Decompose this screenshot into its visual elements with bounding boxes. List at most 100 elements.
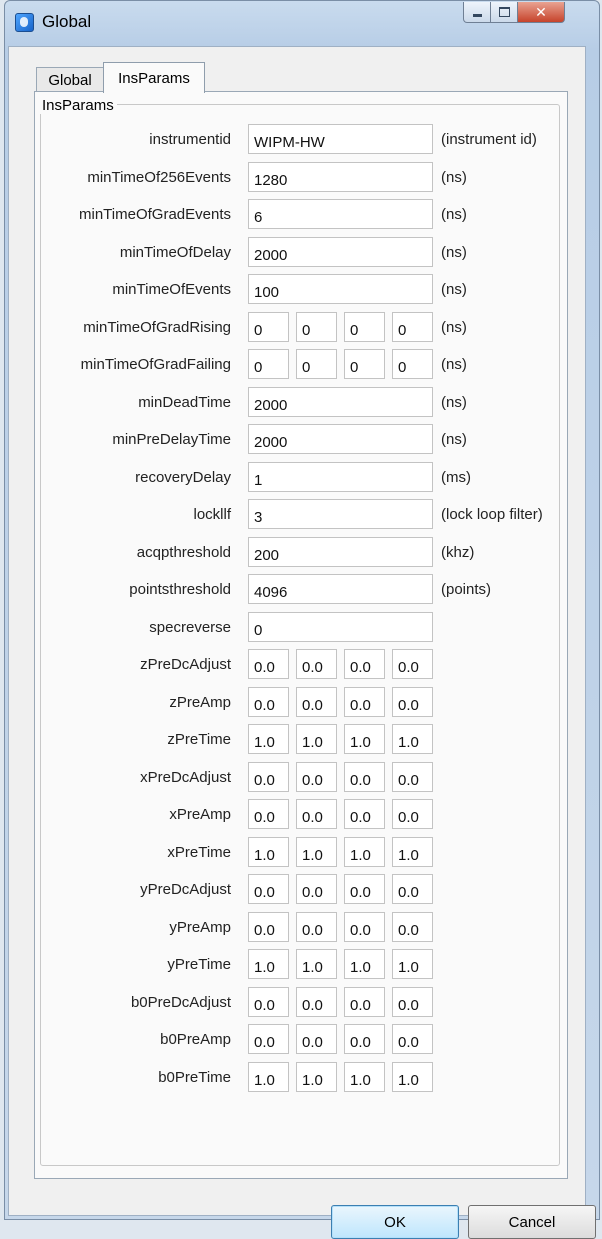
param-unit: (ns) (441, 431, 467, 448)
param-unit: (ns) (441, 243, 467, 261)
param-input-4[interactable]: 0.0 (392, 649, 433, 679)
param-input-3[interactable]: 1.0 (344, 724, 385, 754)
param-input-1[interactable]: 0.0 (248, 686, 289, 717)
param-input[interactable]: 2000 (248, 386, 433, 417)
param-input[interactable]: 6 (248, 199, 433, 229)
param-input[interactable]: 200 (248, 536, 433, 567)
param-input[interactable]: 4096 (248, 574, 433, 604)
param-input-4[interactable]: 1.0 (392, 1061, 433, 1092)
param-input-2[interactable]: 0.0 (296, 911, 337, 942)
ok-button[interactable]: OK (331, 1205, 459, 1239)
param-input-4[interactable]: 0.0 (392, 874, 433, 904)
param-input-4[interactable]: 1.0 (392, 836, 433, 867)
param-row: zPreTime 1.0 1.0 1.0 1.0 (9, 724, 599, 756)
param-input-2[interactable]: 1.0 (296, 1061, 337, 1092)
param-input-3[interactable]: 0.0 (344, 986, 385, 1017)
param-input-2[interactable]: 0.0 (296, 799, 337, 829)
param-input[interactable]: 1280 (248, 161, 433, 192)
window-title: Global (42, 12, 92, 31)
param-input[interactable]: 3 (248, 499, 433, 529)
param-input-4[interactable]: 0.0 (392, 1024, 433, 1054)
title-bar[interactable]: Global ✕ (5, 1, 599, 47)
param-input-4[interactable]: 0.0 (392, 986, 433, 1017)
param-input-1[interactable]: 1.0 (248, 836, 289, 867)
param-row: yPreDcAdjust 0.0 0.0 0.0 0.0 (9, 874, 599, 906)
cancel-button[interactable]: Cancel (468, 1205, 596, 1239)
param-input-4[interactable]: 0.0 (392, 686, 433, 717)
param-unit: (khz) (441, 543, 475, 561)
param-input-1[interactable]: 0.0 (248, 761, 289, 792)
maximize-icon (498, 7, 510, 17)
param-input-1[interactable]: 0.0 (248, 649, 289, 679)
param-input-2[interactable]: 1.0 (296, 836, 337, 867)
maximize-button[interactable] (490, 2, 518, 23)
param-input-1[interactable]: 0.0 (248, 799, 289, 829)
param-input-2[interactable]: 0.0 (296, 649, 337, 679)
param-input[interactable]: 2000 (248, 424, 433, 454)
param-input-4[interactable]: 0.0 (392, 911, 433, 942)
param-input-2[interactable]: 0.0 (296, 874, 337, 904)
param-input-1[interactable]: 1.0 (248, 724, 289, 754)
param-row: yPreTime 1.0 1.0 1.0 1.0 (9, 949, 599, 981)
param-input-2[interactable]: 0.0 (296, 761, 337, 792)
param-input-2[interactable]: 1.0 (296, 724, 337, 754)
param-unit: (ns) (441, 281, 467, 298)
param-input-3[interactable]: 1.0 (344, 1061, 385, 1092)
param-input-4[interactable]: 0 (392, 311, 433, 342)
param-input-2[interactable]: 0 (296, 311, 337, 342)
param-label: zPreAmp (169, 693, 231, 711)
param-unit: (ns) (441, 393, 467, 411)
param-input-2[interactable]: 0.0 (296, 986, 337, 1017)
param-row: xPreDcAdjust 0.0 0.0 0.0 0.0 (9, 761, 599, 794)
param-input[interactable]: 2000 (248, 236, 433, 267)
tab-insparams[interactable]: InsParams (103, 62, 205, 93)
param-label: minTimeOfGradFailing (80, 356, 231, 373)
minimize-button[interactable] (463, 2, 491, 23)
tab-global[interactable]: Global (36, 67, 104, 92)
param-input[interactable]: 100 (248, 274, 433, 304)
param-unit: (ms) (441, 468, 471, 486)
param-input[interactable]: 1 (248, 461, 433, 492)
param-input-1[interactable]: 0 (248, 349, 289, 379)
param-input-3[interactable]: 0.0 (344, 686, 385, 717)
param-input-3[interactable]: 0.0 (344, 649, 385, 679)
param-input-4[interactable]: 0.0 (392, 799, 433, 829)
param-input-1[interactable]: 1.0 (248, 949, 289, 979)
param-input-4[interactable]: 0.0 (392, 761, 433, 792)
close-button[interactable]: ✕ (517, 2, 565, 23)
param-input-3[interactable]: 0 (344, 311, 385, 342)
param-input-4[interactable]: 0 (392, 349, 433, 379)
param-label: b0PreAmp (160, 1031, 231, 1048)
param-input-1[interactable]: 0.0 (248, 911, 289, 942)
param-row: minTimeOf256Events 1280 (ns) (9, 161, 599, 194)
param-input-1[interactable]: 0 (248, 311, 289, 342)
param-input[interactable]: WIPM-HW (248, 124, 433, 154)
param-input[interactable]: 0 (248, 611, 433, 642)
param-input-3[interactable]: 0.0 (344, 799, 385, 829)
param-input-3[interactable]: 1.0 (344, 949, 385, 979)
param-input-4[interactable]: 1.0 (392, 949, 433, 979)
param-row: minTimeOfGradEvents 6 (ns) (9, 199, 599, 231)
param-input-4[interactable]: 1.0 (392, 724, 433, 754)
param-label: acqpthreshold (136, 543, 231, 561)
param-input-1[interactable]: 0.0 (248, 1024, 289, 1054)
param-input-2[interactable]: 0 (296, 349, 337, 379)
param-input-2[interactable]: 1.0 (296, 949, 337, 979)
param-input-1[interactable]: 0.0 (248, 986, 289, 1017)
param-row: yPreAmp 0.0 0.0 0.0 0.0 (9, 911, 599, 944)
param-label: yPreAmp (169, 918, 231, 936)
param-input-1[interactable]: 0.0 (248, 874, 289, 904)
param-input-2[interactable]: 0.0 (296, 1024, 337, 1054)
param-row: acqpthreshold 200 (khz) (9, 536, 599, 569)
param-input-1[interactable]: 1.0 (248, 1061, 289, 1092)
param-label: yPreTime (167, 956, 231, 973)
param-input-3[interactable]: 0.0 (344, 761, 385, 792)
param-input-3[interactable]: 0 (344, 349, 385, 379)
minimize-icon (472, 13, 482, 17)
param-label: minDeadTime (138, 393, 231, 411)
param-input-3[interactable]: 1.0 (344, 836, 385, 867)
param-input-3[interactable]: 0.0 (344, 874, 385, 904)
param-input-3[interactable]: 0.0 (344, 911, 385, 942)
param-input-2[interactable]: 0.0 (296, 686, 337, 717)
param-input-3[interactable]: 0.0 (344, 1024, 385, 1054)
